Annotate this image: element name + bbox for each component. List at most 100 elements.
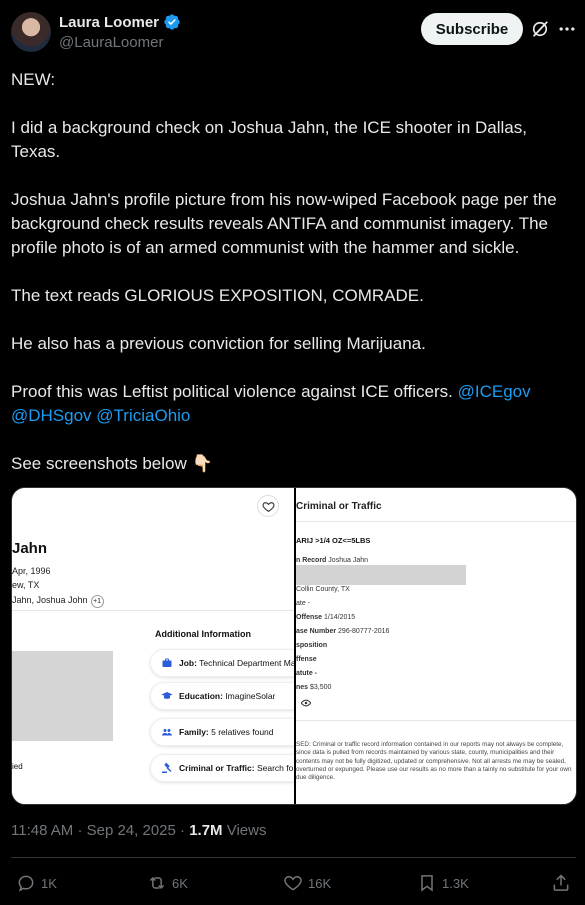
- record-divider: [296, 521, 576, 522]
- briefcase-icon: [162, 658, 172, 667]
- profile-name: Jahn: [12, 540, 48, 557]
- tweet-header: Laura Loomer @LauraLoomer Subscribe: [0, 0, 585, 64]
- record-county: Collin County, TX: [296, 586, 350, 593]
- tweet-time[interactable]: 11:48 AM: [11, 822, 73, 839]
- profile-aka-more: +1: [90, 595, 104, 608]
- graduation-cap-icon: [161, 692, 173, 699]
- repost-count: 6K: [172, 875, 188, 891]
- tweet-line: The text reads GLORIOUS EXPOSITION, COMR…: [11, 286, 424, 305]
- record-statute: atute -: [296, 670, 317, 677]
- record-offense-2: ffense: [296, 656, 317, 663]
- reply-button[interactable]: 1K: [16, 868, 57, 898]
- heart-icon: [284, 875, 302, 891]
- chip-education-value: ImagineSolar: [225, 691, 276, 701]
- record-name: n Record Joshua Jahn: [296, 557, 368, 564]
- tweet-line: He also has a previous conviction for se…: [11, 334, 426, 353]
- chip-criminal-value: Search fo: [256, 763, 294, 773]
- profile-divider: [12, 610, 294, 611]
- record-offense: ARIJ >1/4 OZ<=5LBS: [296, 536, 371, 545]
- avatar[interactable]: [11, 12, 51, 52]
- tweet-actions: 1K 6K 16K 1.3K: [0, 868, 585, 898]
- chip-job: Job: Technical Department Mana: [150, 649, 310, 677]
- record-statute-label: atute -: [296, 670, 317, 677]
- record-offense-date: Offense 1/14/2015: [296, 614, 355, 621]
- tweet-line-text: See screenshots below: [11, 454, 187, 473]
- additional-info-title: Additional Information: [155, 629, 251, 639]
- chip-criminal-text: Criminal or Traffic: Search fo: [179, 763, 293, 773]
- chip-family: Family: 5 relatives found: [150, 718, 310, 746]
- author-handle[interactable]: @LauraLoomer: [59, 34, 163, 51]
- chip-job-label: Job:: [179, 658, 197, 668]
- tweet-meta: 11:48 AM · Sep 24, 2025 · 1.7M Views: [11, 822, 266, 839]
- screenshot-profile[interactable]: Jahn Apr, 1996 ew, TX Jahn, Joshua John +…: [12, 488, 310, 804]
- tweet-media[interactable]: Jahn Apr, 1996 ew, TX Jahn, Joshua John +…: [11, 487, 577, 805]
- record-title: Criminal or Traffic: [296, 501, 382, 512]
- reply-count: 1K: [41, 875, 57, 891]
- share-icon: [553, 874, 569, 891]
- people-icon: [162, 729, 172, 736]
- eye-icon: [301, 699, 311, 707]
- record-fines-value: $3,500: [310, 684, 332, 691]
- bookmark-count: 1.3K: [442, 875, 469, 891]
- tweet-line: Joshua Jahn's profile picture from his n…: [11, 190, 557, 257]
- profile-aka: Jahn, Joshua John +1: [12, 595, 104, 608]
- gavel-icon: [162, 762, 172, 773]
- profile-location: ew, TX: [12, 580, 40, 590]
- heart-icon: [257, 495, 279, 517]
- views-count: 1.7M: [189, 822, 223, 839]
- meta-separator: ·: [180, 822, 186, 839]
- record-case-number-value: 296-80777-2016: [338, 628, 390, 635]
- record-state: ate -: [296, 600, 311, 607]
- record-disposition-label: sposition: [296, 642, 328, 649]
- chip-criminal: Criminal or Traffic: Search fo: [150, 754, 310, 782]
- record-offense-date-label: Offense: [296, 614, 323, 621]
- subscribe-button[interactable]: Subscribe: [421, 13, 523, 45]
- more-icon[interactable]: [557, 19, 577, 39]
- tweet-line: NEW:: [11, 70, 56, 89]
- mention-dhsgov[interactable]: @DHSgov: [11, 406, 92, 425]
- chip-education: Education: ImagineSolar: [150, 682, 310, 710]
- tweet-line-text: Proof this was Leftist political violenc…: [11, 382, 458, 401]
- repost-button[interactable]: 6K: [147, 868, 188, 898]
- record-name-label: n Record: [296, 557, 327, 564]
- screenshot-criminal-record[interactable]: Criminal or Traffic ARIJ >1/4 OZ<=5LBS n…: [296, 488, 576, 804]
- chip-education-label: Education:: [179, 691, 223, 701]
- like-count: 16K: [308, 875, 332, 891]
- tweet-line: I did a background check on Joshua Jahn,…: [11, 118, 527, 161]
- tweet-text: NEW: I did a background check on Joshua …: [11, 68, 576, 476]
- bookmark-button[interactable]: 1.3K: [417, 868, 469, 898]
- meta-separator: ·: [77, 822, 83, 839]
- share-button[interactable]: [551, 868, 571, 898]
- record-divider: [296, 720, 576, 721]
- author-name-row: Laura Loomer: [59, 13, 181, 31]
- chip-job-value: Technical Department Mana: [199, 658, 306, 668]
- record-offense-date-value: 1/14/2015: [324, 614, 356, 621]
- views-label: Views: [226, 822, 267, 839]
- redacted-block: [296, 565, 466, 585]
- profile-aka-names: Jahn, Joshua John: [12, 595, 88, 605]
- actions-divider: [11, 857, 576, 858]
- mention-triciaohio[interactable]: @TriciaOhio: [96, 406, 190, 425]
- record-offense-label: ffense: [296, 656, 317, 663]
- author-display-name[interactable]: Laura Loomer: [59, 14, 159, 31]
- like-button[interactable]: 16K: [283, 868, 331, 898]
- record-disposition: sposition: [296, 642, 327, 649]
- chip-job-text: Job: Technical Department Mana: [179, 658, 305, 668]
- profile-died: ied: [12, 762, 23, 771]
- redacted-block: [12, 651, 113, 741]
- verified-badge-icon: [164, 14, 180, 30]
- pointing-down-emoji: 👇🏻: [191, 454, 213, 473]
- chip-family-value: 5 relatives found: [211, 727, 274, 737]
- bookmark-icon: [421, 875, 433, 892]
- profile-dob: Apr, 1996: [12, 566, 51, 576]
- chip-criminal-label: Criminal or Traffic:: [179, 763, 255, 773]
- record-case-number: ase Number 296-80777-2016: [296, 628, 389, 635]
- record-disclaimer: SED: Criminal or traffic record informat…: [296, 741, 572, 782]
- tweet-date[interactable]: Sep 24, 2025: [87, 822, 176, 839]
- mention-icegov[interactable]: @ICEgov: [458, 382, 531, 401]
- grok-icon[interactable]: [530, 19, 550, 39]
- chip-family-text: Family: 5 relatives found: [179, 727, 274, 737]
- repost-icon: [149, 876, 165, 890]
- chip-education-text: Education: ImagineSolar: [179, 691, 275, 701]
- chip-family-label: Family:: [179, 727, 209, 737]
